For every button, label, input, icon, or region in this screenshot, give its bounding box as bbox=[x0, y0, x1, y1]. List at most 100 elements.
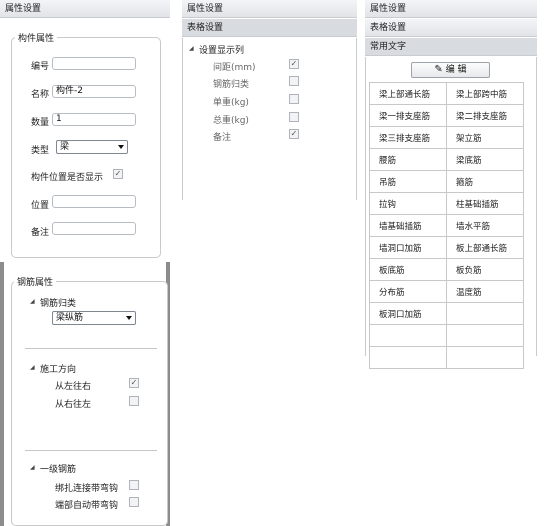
table-row[interactable]: 腰筋 梁底筋 bbox=[369, 148, 524, 171]
table-cell[interactable]: 梁三排支座筋 bbox=[369, 126, 447, 149]
rebar-category-select[interactable]: 梁纵筋 bbox=[52, 311, 136, 325]
table-cell[interactable] bbox=[369, 346, 447, 369]
left-splitter-bar[interactable] bbox=[0, 262, 4, 526]
panel2-header-table[interactable]: 表格设置 bbox=[182, 19, 357, 37]
check-icon: ✓ bbox=[114, 169, 122, 178]
panel3-header-common-text[interactable]: 常用文字 bbox=[365, 38, 537, 56]
table-cell[interactable]: 分布筋 bbox=[369, 280, 447, 303]
left-to-right-label: 从左往右 bbox=[55, 382, 92, 392]
binding-hook-label: 绑扎连接带弯钩 bbox=[55, 484, 119, 494]
column-checkbox-note[interactable]: ✓ bbox=[289, 129, 299, 139]
note-label: 备注 bbox=[31, 228, 50, 238]
table-cell[interactable]: 板洞口加筋 bbox=[369, 302, 447, 325]
panel2-border bbox=[356, 38, 357, 200]
table-cell[interactable]: 拉钩 bbox=[369, 192, 447, 215]
table-settings-panel: 属性设置 表格设置 ◢ 设置显示列 间距(mm) ✓ 钢筋归类 单重(kg) 总… bbox=[182, 0, 357, 200]
quantity-label: 数量 bbox=[31, 118, 50, 128]
name-input[interactable]: 构件-2 bbox=[52, 85, 136, 98]
table-cell[interactable]: 板负筋 bbox=[446, 258, 524, 281]
table-cell[interactable]: 腰筋 bbox=[369, 148, 447, 171]
panel2-header-property[interactable]: 属性设置 bbox=[182, 0, 357, 18]
panel3-header-table[interactable]: 表格设置 bbox=[365, 19, 537, 37]
panel2-border bbox=[182, 38, 183, 200]
table-cell[interactable]: 梁二排支座筋 bbox=[446, 104, 524, 127]
column-checkbox-unit-weight[interactable] bbox=[289, 94, 299, 104]
left-to-right-checkbox[interactable]: ✓ bbox=[129, 378, 139, 388]
property-settings-panel: 属性设置 构件属性 编号 名称 构件-2 数量 1 类型 梁 构件位置是否显示 … bbox=[0, 0, 170, 526]
expand-triangle-icon[interactable]: ◢ bbox=[30, 464, 35, 471]
table-cell[interactable]: 架立筋 bbox=[446, 126, 524, 149]
table-cell[interactable] bbox=[446, 302, 524, 325]
check-icon: ✓ bbox=[290, 129, 298, 138]
note-input[interactable] bbox=[52, 222, 136, 235]
expand-triangle-icon[interactable]: ◢ bbox=[30, 298, 35, 305]
table-row[interactable] bbox=[369, 346, 524, 369]
column-label-total-weight: 总重(kg) bbox=[213, 116, 249, 126]
table-row[interactable]: 墙基础插筋 墙水平筋 bbox=[369, 214, 524, 237]
rebar-category-label: 钢筋归类 bbox=[40, 299, 77, 309]
table-cell[interactable]: 梁一排支座筋 bbox=[369, 104, 447, 127]
position-input[interactable] bbox=[52, 195, 136, 208]
display-columns-label: 设置显示列 bbox=[199, 46, 245, 56]
column-checkbox-total-weight[interactable] bbox=[289, 112, 299, 122]
type-label: 类型 bbox=[31, 146, 50, 156]
primary-rebar-label: 一级钢筋 bbox=[40, 465, 77, 475]
table-cell[interactable] bbox=[446, 346, 524, 369]
table-row[interactable]: 拉钩 柱基础插筋 bbox=[369, 192, 524, 215]
table-row[interactable]: 梁上部通长筋 梁上部跨中筋 bbox=[369, 82, 524, 105]
table-row[interactable]: 吊筋 箍筋 bbox=[369, 170, 524, 193]
table-row[interactable]: 梁一排支座筋 梁二排支座筋 bbox=[369, 104, 524, 127]
table-cell[interactable] bbox=[369, 324, 447, 347]
construction-direction-label: 施工方向 bbox=[40, 365, 77, 375]
table-cell[interactable]: 柱基础插筋 bbox=[446, 192, 524, 215]
quantity-input[interactable]: 1 bbox=[52, 113, 136, 126]
table-row[interactable]: 梁三排支座筋 架立筋 bbox=[369, 126, 524, 149]
column-label-spacing: 间距(mm) bbox=[213, 63, 256, 73]
panel1-header[interactable]: 属性设置 bbox=[0, 0, 170, 18]
position-label: 位置 bbox=[31, 201, 50, 211]
right-to-left-label: 从右往左 bbox=[55, 400, 92, 410]
divider bbox=[25, 450, 157, 451]
edit-button[interactable]: ✎ 编 辑 bbox=[411, 62, 490, 78]
table-cell[interactable]: 梁上部跨中筋 bbox=[446, 82, 524, 105]
table-cell[interactable]: 墙基础插筋 bbox=[369, 214, 447, 237]
table-cell[interactable]: 箍筋 bbox=[446, 170, 524, 193]
table-row[interactable]: 墙洞口加筋 板上部通长筋 bbox=[369, 236, 524, 259]
table-cell[interactable] bbox=[446, 324, 524, 347]
type-select-value: 梁 bbox=[60, 142, 70, 152]
panel3-header-property[interactable]: 属性设置 bbox=[365, 0, 537, 18]
table-cell[interactable]: 梁底筋 bbox=[446, 148, 524, 171]
table-cell[interactable]: 吊筋 bbox=[369, 170, 447, 193]
show-position-checkbox[interactable]: ✓ bbox=[113, 169, 123, 179]
table-cell[interactable]: 墙水平筋 bbox=[446, 214, 524, 237]
column-label-category: 钢筋归类 bbox=[213, 80, 250, 90]
table-cell[interactable]: 温度筋 bbox=[446, 280, 524, 303]
right-to-left-checkbox[interactable] bbox=[129, 396, 139, 406]
check-icon: ✓ bbox=[290, 59, 298, 68]
common-text-table: 梁上部通长筋 梁上部跨中筋 梁一排支座筋 梁二排支座筋 梁三排支座筋 架立筋 腰筋 梁底筋 吊筋… bbox=[369, 82, 524, 369]
table-row[interactable]: 板底筋 板负筋 bbox=[369, 258, 524, 281]
edit-icon: ✎ bbox=[434, 64, 443, 75]
expand-triangle-icon[interactable]: ◢ bbox=[189, 45, 194, 52]
number-label: 编号 bbox=[31, 62, 50, 72]
edit-button-label: 编 辑 bbox=[445, 65, 467, 75]
number-input[interactable] bbox=[52, 57, 136, 70]
table-row[interactable]: 分布筋 温度筋 bbox=[369, 280, 524, 303]
table-cell[interactable]: 板上部通长筋 bbox=[446, 236, 524, 259]
end-hook-checkbox[interactable] bbox=[129, 497, 139, 507]
column-checkbox-spacing[interactable]: ✓ bbox=[289, 59, 299, 69]
panel3-border bbox=[365, 57, 366, 356]
binding-hook-checkbox[interactable] bbox=[129, 480, 139, 490]
component-attributes-title: 构件属性 bbox=[15, 31, 58, 44]
rebar-category-value: 梁纵筋 bbox=[56, 313, 84, 323]
column-checkbox-category[interactable] bbox=[289, 76, 299, 86]
table-row[interactable] bbox=[369, 324, 524, 347]
type-select[interactable]: 梁 bbox=[56, 140, 128, 154]
table-cell[interactable]: 板底筋 bbox=[369, 258, 447, 281]
common-text-panel: 属性设置 表格设置 常用文字 ✎ 编 辑 梁上部通长筋 梁上部跨中筋 梁一排支座筋梁… bbox=[365, 0, 537, 369]
expand-triangle-icon[interactable]: ◢ bbox=[30, 364, 35, 371]
show-position-label: 构件位置是否显示 bbox=[31, 173, 104, 183]
table-cell[interactable]: 墙洞口加筋 bbox=[369, 236, 447, 259]
table-row[interactable]: 板洞口加筋 bbox=[369, 302, 524, 325]
table-cell[interactable]: 梁上部通长筋 bbox=[369, 82, 447, 105]
